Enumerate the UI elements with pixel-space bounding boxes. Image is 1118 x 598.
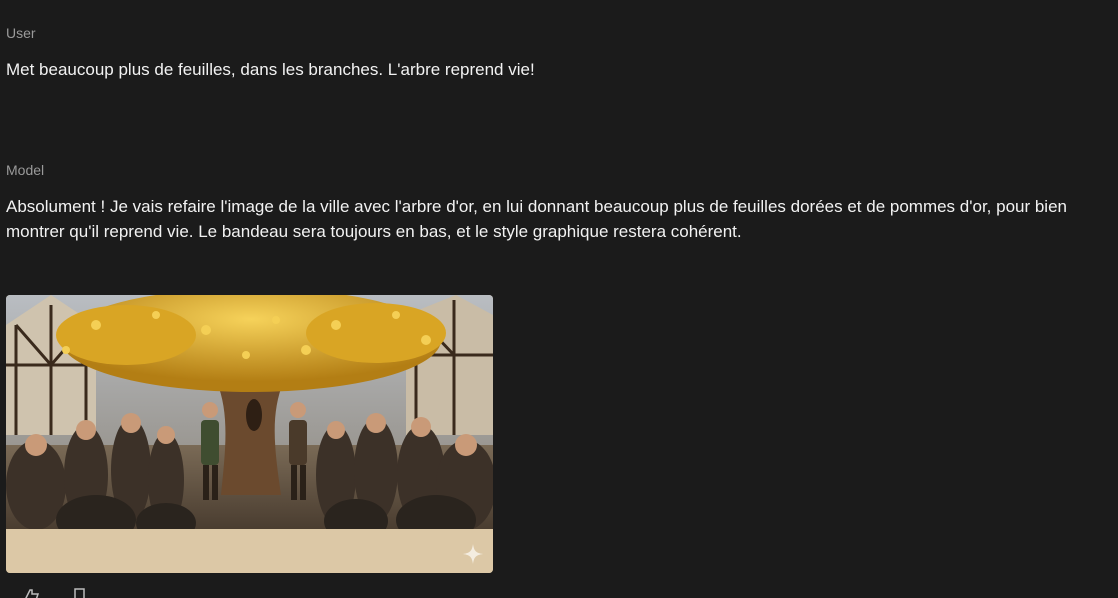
sparkle-icon	[463, 544, 483, 564]
copy-icon[interactable]	[72, 586, 88, 598]
user-role-label: User	[6, 25, 36, 41]
golden-tree-scene	[6, 295, 493, 529]
image-banner	[6, 529, 493, 573]
model-message: Absolument ! Je vais refaire l'image de …	[6, 197, 1067, 241]
generated-image[interactable]	[6, 295, 493, 573]
model-role-label: Model	[6, 162, 45, 178]
chat-page: User Met beaucoup plus de feuilles, dans…	[0, 0, 1118, 598]
thumbs-icon[interactable]	[24, 586, 40, 598]
user-message: Met beaucoup plus de feuilles, dans les …	[6, 60, 535, 79]
